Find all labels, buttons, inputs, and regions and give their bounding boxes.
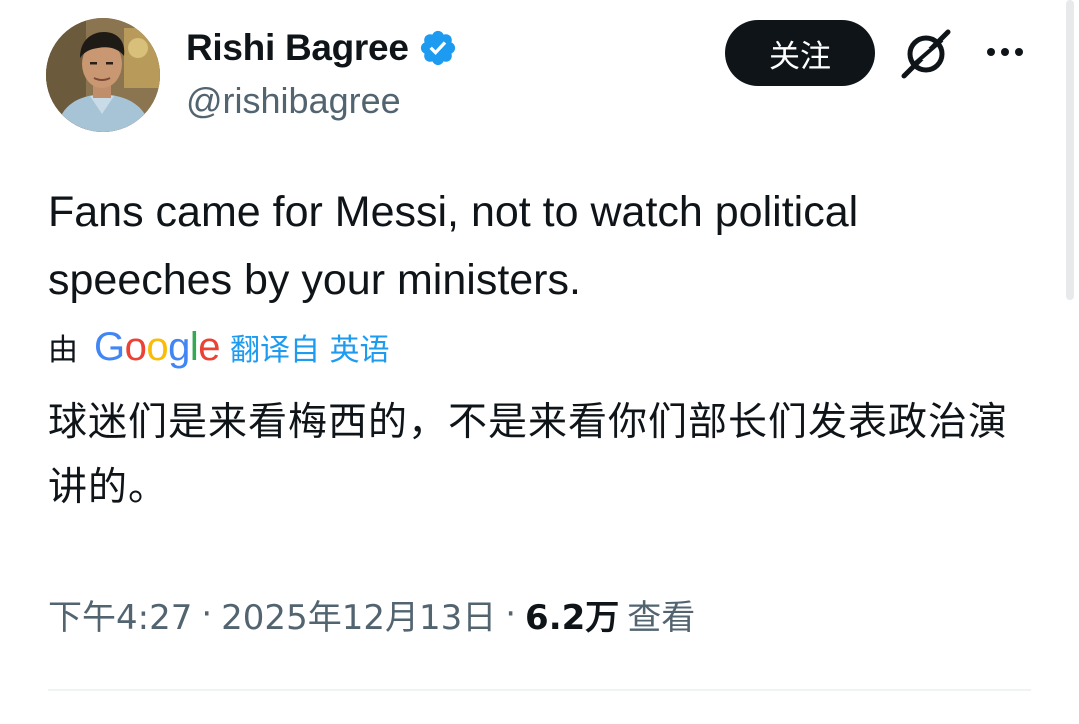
views-count[interactable]: 6.2万	[525, 590, 619, 639]
avatar[interactable]	[46, 18, 160, 132]
author-name-row: Rishi Bagree	[186, 22, 458, 74]
verified-badge-icon[interactable]	[418, 28, 458, 68]
views-label: 查看	[627, 597, 696, 638]
tweet-text: Fans came for Messi, not to watch politi…	[48, 188, 859, 304]
follow-button[interactable]: 关注	[725, 20, 875, 86]
tweet-time[interactable]: 下午4:27	[48, 590, 192, 639]
translated-from-link[interactable]: 翻译自 英语	[230, 325, 390, 369]
translated-by-label: 由	[48, 333, 78, 368]
meta-separator: ·	[201, 594, 213, 634]
scrollbar[interactable]	[1066, 0, 1074, 300]
tweet-meta: 下午4:27 · 2025年12月13日 · 6.2万 查看	[48, 588, 695, 640]
more-horizontal-icon[interactable]	[983, 34, 1027, 70]
translation-attribution: 由 Google 翻译自 英语	[48, 322, 390, 372]
author-display-name[interactable]: Rishi Bagree	[186, 27, 409, 69]
divider	[48, 689, 1031, 691]
grok-icon[interactable]	[898, 26, 954, 82]
google-logo: Google	[94, 325, 221, 369]
translated-text: 球迷们是来看梅西的，不是来看你们部长们发表政治演讲的。	[48, 400, 1009, 510]
author-handle[interactable]: @rishibagree	[186, 80, 401, 122]
meta-separator: ·	[505, 594, 517, 634]
tweet-date[interactable]: 2025年12月13日	[221, 590, 496, 639]
